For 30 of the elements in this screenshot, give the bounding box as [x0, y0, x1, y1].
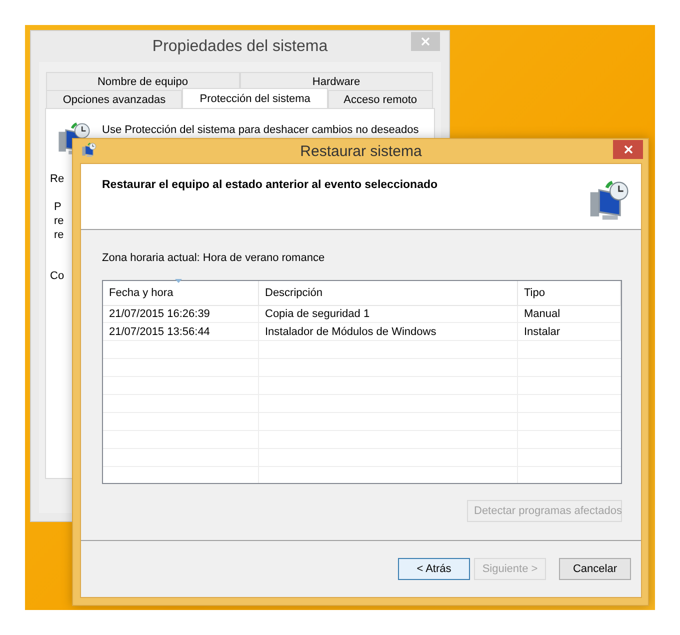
wizard-button[interactable]: Cancelar [559, 558, 631, 580]
sort-caret-icon [175, 279, 182, 283]
column-header[interactable]: Descripción [259, 281, 518, 306]
table-cell: 21/07/2015 16:26:39 [103, 305, 259, 323]
tab[interactable]: Protección del sistema [182, 88, 328, 108]
window-title: Restaurar sistema [300, 142, 422, 160]
partial-text: re [54, 215, 64, 227]
heading-text: Restaurar el equipo al estado anterior al evento seleccionado [102, 179, 438, 193]
close-button[interactable] [613, 140, 643, 159]
column-header[interactable]: Tipo [518, 281, 621, 306]
partial-text: Co [50, 270, 64, 282]
window-title: Propiedades del sistema [152, 38, 328, 56]
close-icon [624, 145, 632, 154]
tab[interactable]: Opciones avanzadas [46, 90, 182, 108]
close-icon [421, 37, 430, 46]
table-cell: Instalar [518, 323, 621, 341]
column-header[interactable]: Fecha y hora [103, 281, 259, 306]
tab[interactable]: Nombre de equipo [46, 72, 240, 90]
table-cell: Copia de seguridad 1 [259, 305, 518, 323]
tab[interactable]: Hardware [240, 72, 433, 90]
tab[interactable]: Acceso remoto [328, 90, 433, 108]
table-cell: 21/07/2015 13:56:44 [103, 323, 259, 341]
wizard-button[interactable]: < Atrás [398, 558, 470, 580]
partial-text: re [54, 229, 64, 241]
partial-text: Re [50, 173, 64, 185]
partial-text: P [54, 201, 62, 213]
timezone-text: Zona horaria actual: Hora de verano romance [102, 252, 326, 264]
table-cell: Instalador de Módulos de Windows [259, 323, 518, 341]
description-text: Use Protección del sistema para deshacer cambios no deseados [102, 124, 419, 136]
table-cell: Manual [518, 305, 621, 323]
